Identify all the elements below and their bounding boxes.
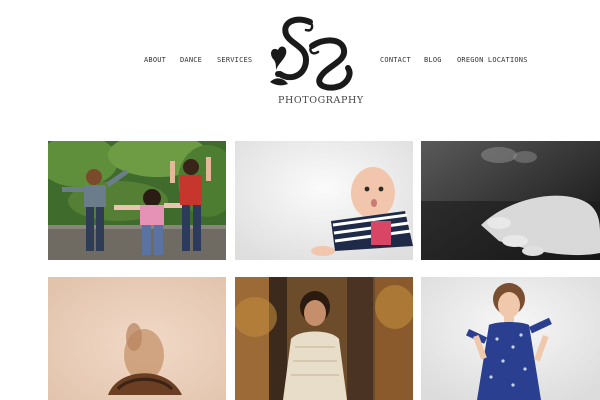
logo-wordmark: PHOTOGRAPHY [278, 95, 364, 106]
gallery-tile-woman-lace-dress[interactable] [235, 277, 413, 400]
gallery-tile-baby-hand[interactable] [421, 141, 600, 260]
gallery-tile-curly-hair[interactable] [48, 277, 226, 400]
gallery-tile-girl-blue-dress[interactable] [421, 277, 600, 400]
sz-logo-home-link[interactable]: PHOTOGRAPHY [266, 16, 363, 108]
sz-monogram-logo-icon [270, 16, 353, 91]
gallery-tile-baby-crawling[interactable] [235, 141, 413, 260]
girl-blue-dress-photo [421, 277, 600, 400]
nav-blog-link[interactable]: BLOG [424, 56, 442, 65]
baby-crawling-photo [235, 141, 413, 260]
baby-hand-bw-photo [421, 141, 600, 260]
woman-lace-dress-photo [235, 277, 413, 400]
nav-services-link[interactable]: SERVICES [217, 56, 252, 65]
nav-about-link[interactable]: ABOUT [144, 56, 166, 65]
nav-dance-link[interactable]: DANCE [180, 56, 202, 65]
curly-hair-photo [48, 277, 226, 400]
gallery-tile-kids-jumping[interactable] [48, 141, 226, 260]
nav-oregon-locations-link[interactable]: OREGON LOCATIONS [457, 56, 528, 65]
three-kids-jumping-photo [48, 141, 226, 260]
nav-contact-link[interactable]: CONTACT [380, 56, 411, 65]
